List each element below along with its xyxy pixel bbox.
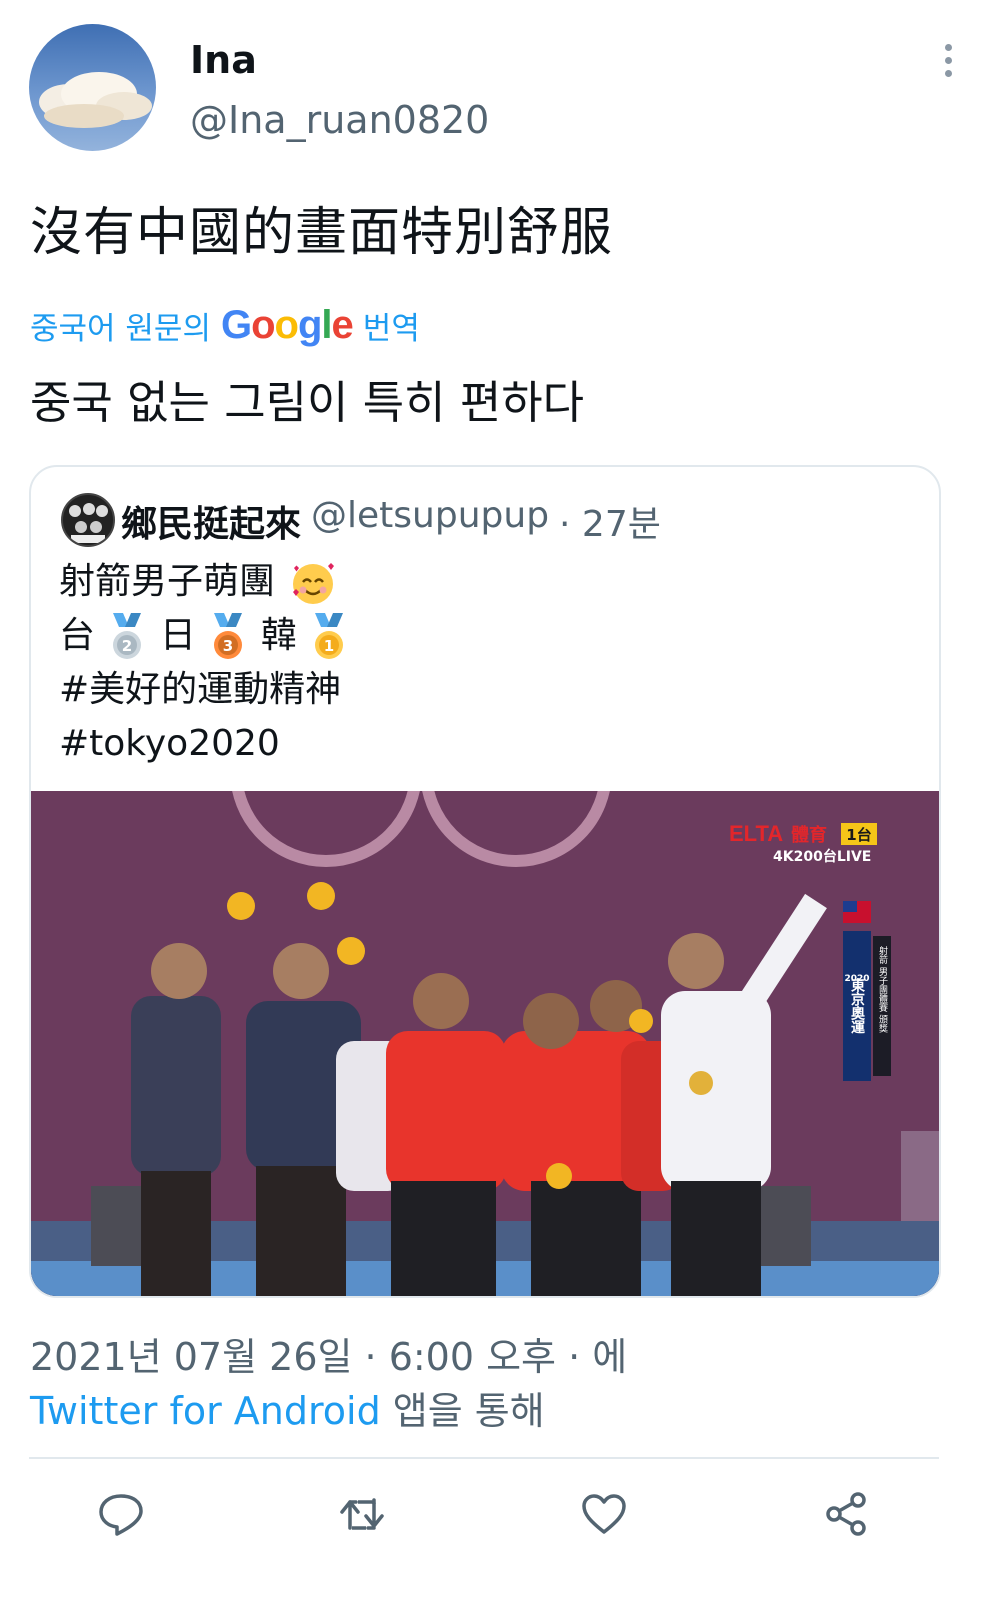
quoted-line-1: 射箭男子萌團 — [59, 555, 340, 609]
source-link[interactable]: Twitter for Android — [30, 1389, 381, 1433]
quoted-tweet[interactable]: 鄉民挺起來 @letsupupup · 27분 射箭男子萌團 台 2 日 3 韓 — [29, 465, 941, 1298]
archery-podium-photo: ELTA 體育 1台 4K200台LIVE 2020 東京奧運 射箭 男子團體賽… — [31, 791, 939, 1296]
crowd-avatar-image — [69, 503, 108, 543]
author-avatar[interactable] — [29, 24, 156, 151]
quoted-hashtag-2[interactable]: #tokyo2020 — [59, 717, 280, 771]
translate-prefix: 중국어 원문의 — [30, 311, 211, 347]
broadcast-channel: 1台 — [846, 826, 871, 844]
tweet-timestamp[interactable]: 2021년 07월 26일 · 6:00 오후 · 에 — [30, 1326, 627, 1381]
silver-medal-number: 2 — [122, 637, 132, 655]
source-suffix: 앱을 통해 — [392, 1389, 545, 1433]
quoted-time: · 27분 — [559, 504, 661, 545]
broadcast-logo-text: ELTA — [729, 821, 783, 846]
share-icon[interactable] — [822, 1490, 870, 1538]
quoted-line-1-text: 射箭男子萌團 — [59, 561, 276, 602]
retweet-icon[interactable] — [338, 1490, 386, 1538]
divider — [29, 1457, 939, 1459]
quoted-line-2: 台 2 日 3 韓 1 — [59, 609, 350, 663]
korea-label: 韓 — [260, 615, 297, 656]
more-icon[interactable] — [945, 44, 953, 84]
silver-medal-icon: 2 — [113, 613, 142, 659]
broadcast-live: 4K200台LIVE — [773, 848, 871, 865]
tweet-source: Twitter for Android 앱을 통해 — [30, 1380, 545, 1435]
quoted-hashtag-1[interactable]: #美好的運動精神 — [59, 663, 341, 717]
quoted-photo[interactable]: ELTA 體育 1台 4K200台LIVE 2020 東京奧運 射箭 男子團體賽… — [31, 791, 939, 1296]
translate-link[interactable]: 중국어 원문의 Google 번역 — [30, 303, 420, 348]
quoted-author-handle[interactable]: @letsupupup — [311, 495, 549, 547]
like-icon[interactable] — [580, 1490, 628, 1538]
smiling-face-with-hearts-icon — [293, 563, 335, 604]
reply-icon[interactable] — [97, 1490, 145, 1538]
translate-suffix: 번역 — [362, 311, 420, 347]
broadcast-logo-sub: 體育 — [791, 824, 827, 846]
japan-label: 日 — [159, 615, 196, 656]
event-tag-side: 射箭 男子團體賽 頒獎 — [877, 945, 888, 1034]
gold-medal-number: 1 — [324, 637, 334, 655]
cloud-avatar-image — [39, 72, 152, 128]
bronze-medal-number: 3 — [223, 637, 233, 655]
author-handle[interactable]: @Ina_ruan0820 — [190, 98, 489, 142]
event-tag-name: 東京奧運 — [849, 977, 865, 1034]
bronze-medal-icon: 3 — [214, 613, 243, 659]
quoted-author-name[interactable]: 鄉民挺起來 — [121, 495, 301, 547]
quoted-header: 鄉民挺起來 @letsupupup · 27분 — [121, 495, 661, 547]
quoted-avatar[interactable] — [61, 493, 115, 547]
author-name[interactable]: Ina — [190, 38, 257, 82]
google-logo: Google — [220, 303, 354, 347]
tweet-text: 沒有中國的畫面特別舒服 — [30, 203, 614, 263]
gold-medal-icon: 1 — [315, 613, 344, 659]
translated-text: 중국 없는 그림이 특히 편하다 — [30, 376, 585, 429]
taiwan-label: 台 — [59, 615, 96, 656]
